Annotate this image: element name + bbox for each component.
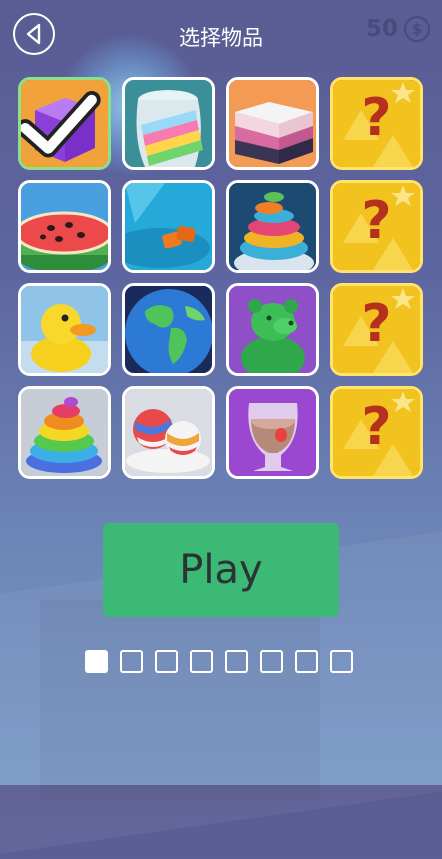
- play-button-label: Play: [179, 547, 263, 593]
- item-striped-balls[interactable]: [122, 386, 215, 479]
- striped-block-image: [229, 80, 316, 167]
- question-mark: ?: [361, 191, 392, 251]
- question-mark: ?: [361, 294, 392, 354]
- page-dot[interactable]: [225, 650, 248, 673]
- rubber-duck-image: [21, 286, 108, 373]
- play-button[interactable]: Play: [103, 523, 339, 617]
- green-bear-image: [229, 286, 316, 373]
- page-dot[interactable]: [85, 650, 108, 673]
- item-rainbow-swirl[interactable]: [18, 386, 111, 479]
- watermelon-image: [21, 183, 108, 270]
- page-dot[interactable]: [155, 650, 178, 673]
- page-dot[interactable]: [330, 650, 353, 673]
- page-dot[interactable]: [190, 650, 213, 673]
- orange-shapes-image: [125, 183, 212, 270]
- earth-globe-image: [125, 286, 212, 373]
- item-striped-block[interactable]: [226, 77, 319, 170]
- page-indicator: [85, 650, 353, 673]
- coin-amount: 50: [365, 16, 398, 42]
- smoothie-glass-image: [229, 389, 316, 476]
- item-spiral-tower[interactable]: [226, 180, 319, 273]
- item-grid: ? ? ? ?: [18, 77, 424, 479]
- item-locked[interactable]: ?: [330, 77, 423, 170]
- item-green-bear[interactable]: [226, 283, 319, 376]
- item-earth-globe[interactable]: [122, 283, 215, 376]
- striped-balls-image: [125, 389, 212, 476]
- spiral-tower-image: [229, 183, 316, 270]
- item-watermelon[interactable]: [18, 180, 111, 273]
- top-bar: 选择物品 50 $: [0, 0, 442, 75]
- item-locked[interactable]: ?: [330, 180, 423, 273]
- item-orange-shapes[interactable]: [122, 180, 215, 273]
- page-dot[interactable]: [120, 650, 143, 673]
- item-locked[interactable]: ?: [330, 386, 423, 479]
- page-dot[interactable]: [295, 650, 318, 673]
- coin-counter: 50 $: [366, 16, 430, 42]
- background-shape: [40, 600, 320, 800]
- item-locked[interactable]: ?: [330, 283, 423, 376]
- item-rainbow-slime[interactable]: [122, 77, 215, 170]
- question-mark: ?: [361, 397, 392, 457]
- rainbow-swirl-image: [21, 389, 108, 476]
- rainbow-slime-image: [125, 80, 212, 167]
- item-purple-cube[interactable]: [18, 77, 111, 170]
- coin-icon: $: [404, 16, 430, 42]
- checkmark-icon: [21, 90, 101, 158]
- question-mark: ?: [361, 88, 392, 148]
- item-rubber-duck[interactable]: [18, 283, 111, 376]
- page-dot[interactable]: [260, 650, 283, 673]
- item-smoothie-glass[interactable]: [226, 386, 319, 479]
